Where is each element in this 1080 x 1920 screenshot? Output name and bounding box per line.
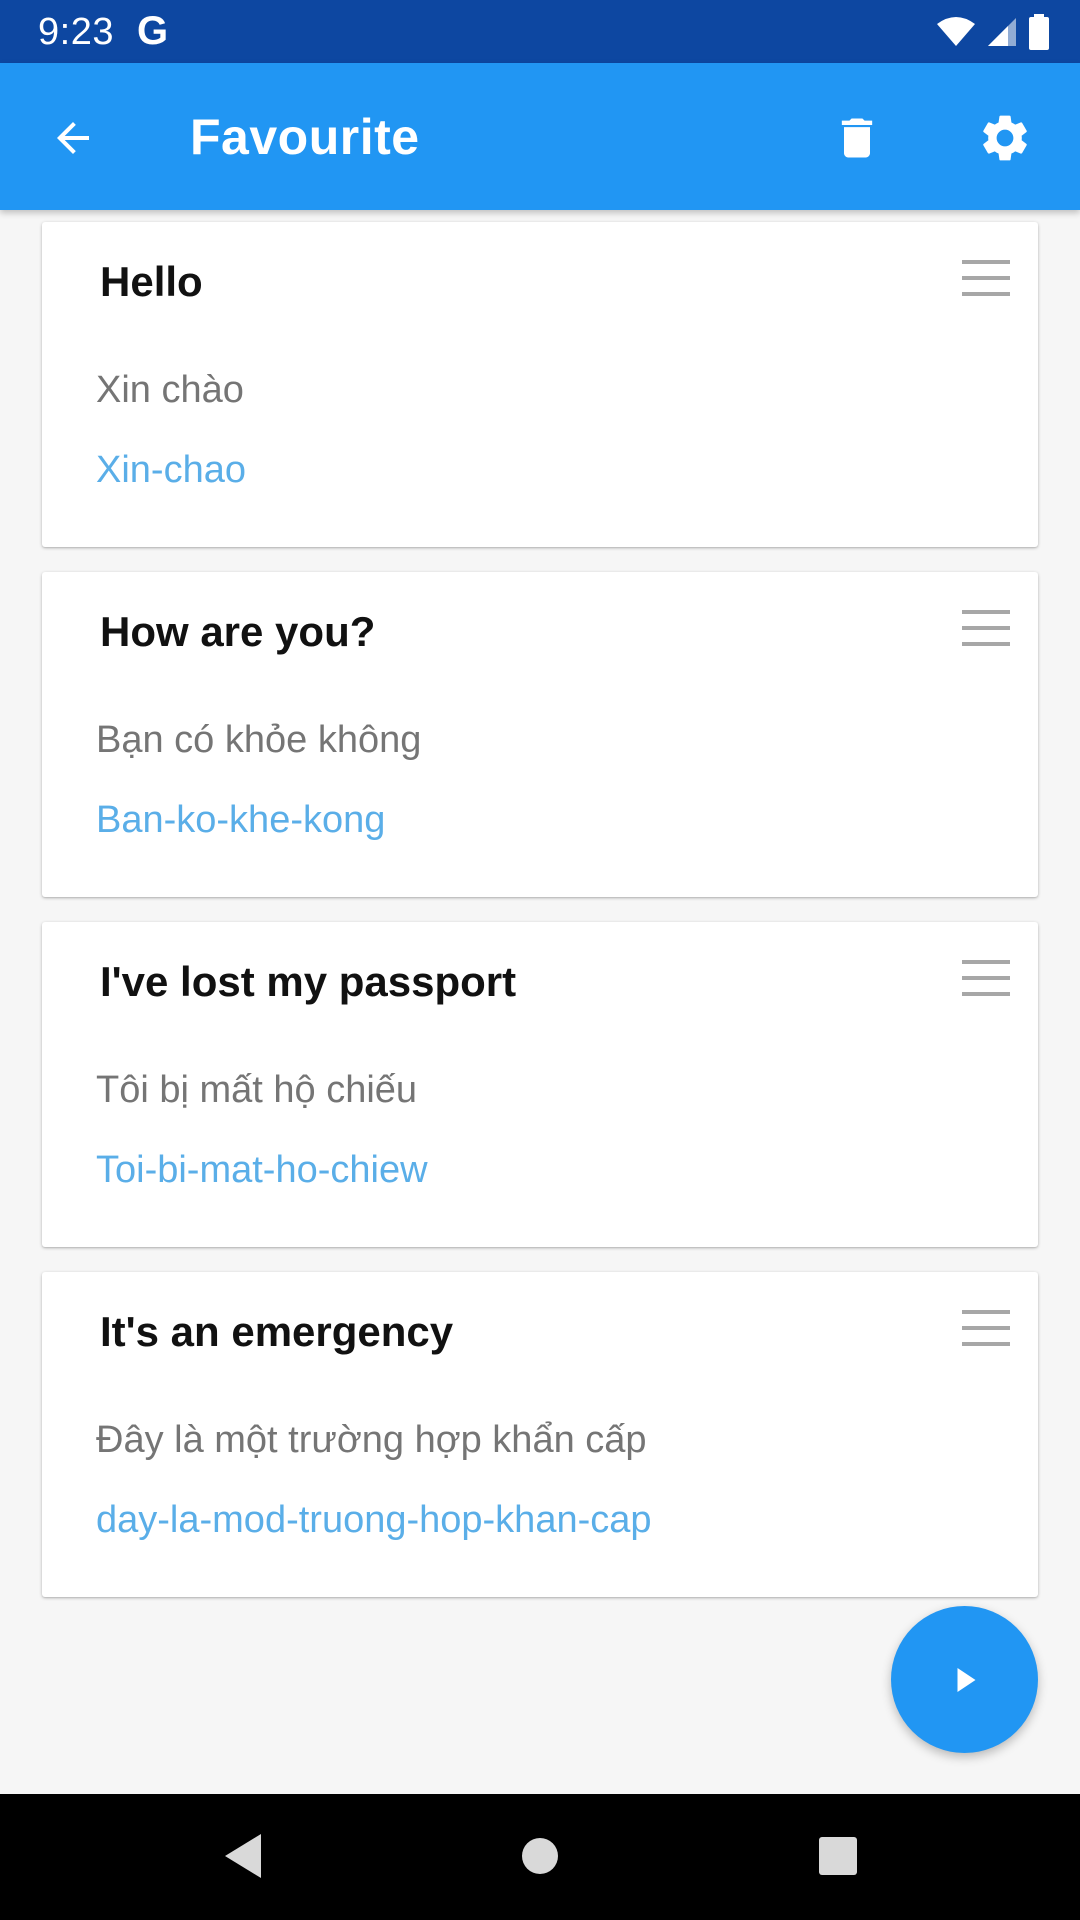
square-recents-icon <box>819 1837 857 1875</box>
circle-home-icon <box>522 1838 558 1874</box>
trash-icon <box>841 118 873 158</box>
drag-handle-icon[interactable] <box>962 1308 1010 1348</box>
gear-icon <box>983 115 1027 161</box>
phrase-pronunciation: Xin-chao <box>96 449 246 491</box>
favourite-list: Hello Xin chào Xin-chao How are you? Bạn… <box>42 222 1038 1622</box>
arrow-left-icon <box>57 122 89 154</box>
delete-button[interactable] <box>822 103 892 173</box>
phrase-title: How are you? <box>100 608 376 655</box>
nav-back-button[interactable] <box>213 1826 273 1886</box>
cell-signal-icon <box>988 18 1016 46</box>
app-bar: Favourite <box>0 63 1080 210</box>
drag-handle-icon[interactable] <box>962 958 1010 998</box>
phrase-title: I've lost my passport <box>100 958 517 1005</box>
phrase-card[interactable]: How are you? Bạn có khỏe không Ban-ko-kh… <box>42 572 1038 897</box>
phrase-card[interactable]: Hello Xin chào Xin-chao <box>42 222 1038 547</box>
wifi-icon <box>937 17 975 46</box>
google-notification-icon: G <box>137 9 169 53</box>
phrase-pronunciation: Toi-bi-mat-ho-chiew <box>96 1149 428 1191</box>
phrase-pronunciation: day-la-mod-truong-hop-khan-cap <box>96 1499 652 1541</box>
play-icon <box>957 1667 975 1692</box>
phrase-card[interactable]: It's an emergency Đây là một trường hợp … <box>42 1272 1038 1597</box>
drag-handle-icon[interactable] <box>962 258 1010 298</box>
settings-button[interactable] <box>970 103 1040 173</box>
nav-home-button[interactable] <box>510 1826 570 1886</box>
battery-icon <box>1029 14 1049 50</box>
phrase-card[interactable]: I've lost my passport Tôi bị mất hộ chiế… <box>42 922 1038 1247</box>
phrase-translation: Xin chào <box>96 369 244 411</box>
play-button[interactable] <box>891 1606 1038 1753</box>
phrase-translation: Đây là một trường hợp khẩn cấp <box>96 1419 647 1461</box>
status-time: 9:23 <box>38 11 114 53</box>
system-nav-bar <box>0 1794 1080 1920</box>
phrase-translation: Bạn có khỏe không <box>96 719 422 761</box>
page-title: Favourite <box>190 109 420 165</box>
phrase-pronunciation: Ban-ko-khe-kong <box>96 799 386 841</box>
triangle-back-icon <box>225 1834 261 1878</box>
phrase-title: Hello <box>100 258 203 305</box>
status-icons <box>936 12 1050 52</box>
drag-handle-icon[interactable] <box>962 608 1010 648</box>
nav-recents-button[interactable] <box>808 1826 868 1886</box>
phrase-title: It's an emergency <box>100 1308 454 1355</box>
phrase-translation: Tôi bị mất hộ chiếu <box>96 1069 418 1111</box>
back-button[interactable] <box>38 103 108 173</box>
status-bar: 9:23 G <box>0 0 1080 63</box>
